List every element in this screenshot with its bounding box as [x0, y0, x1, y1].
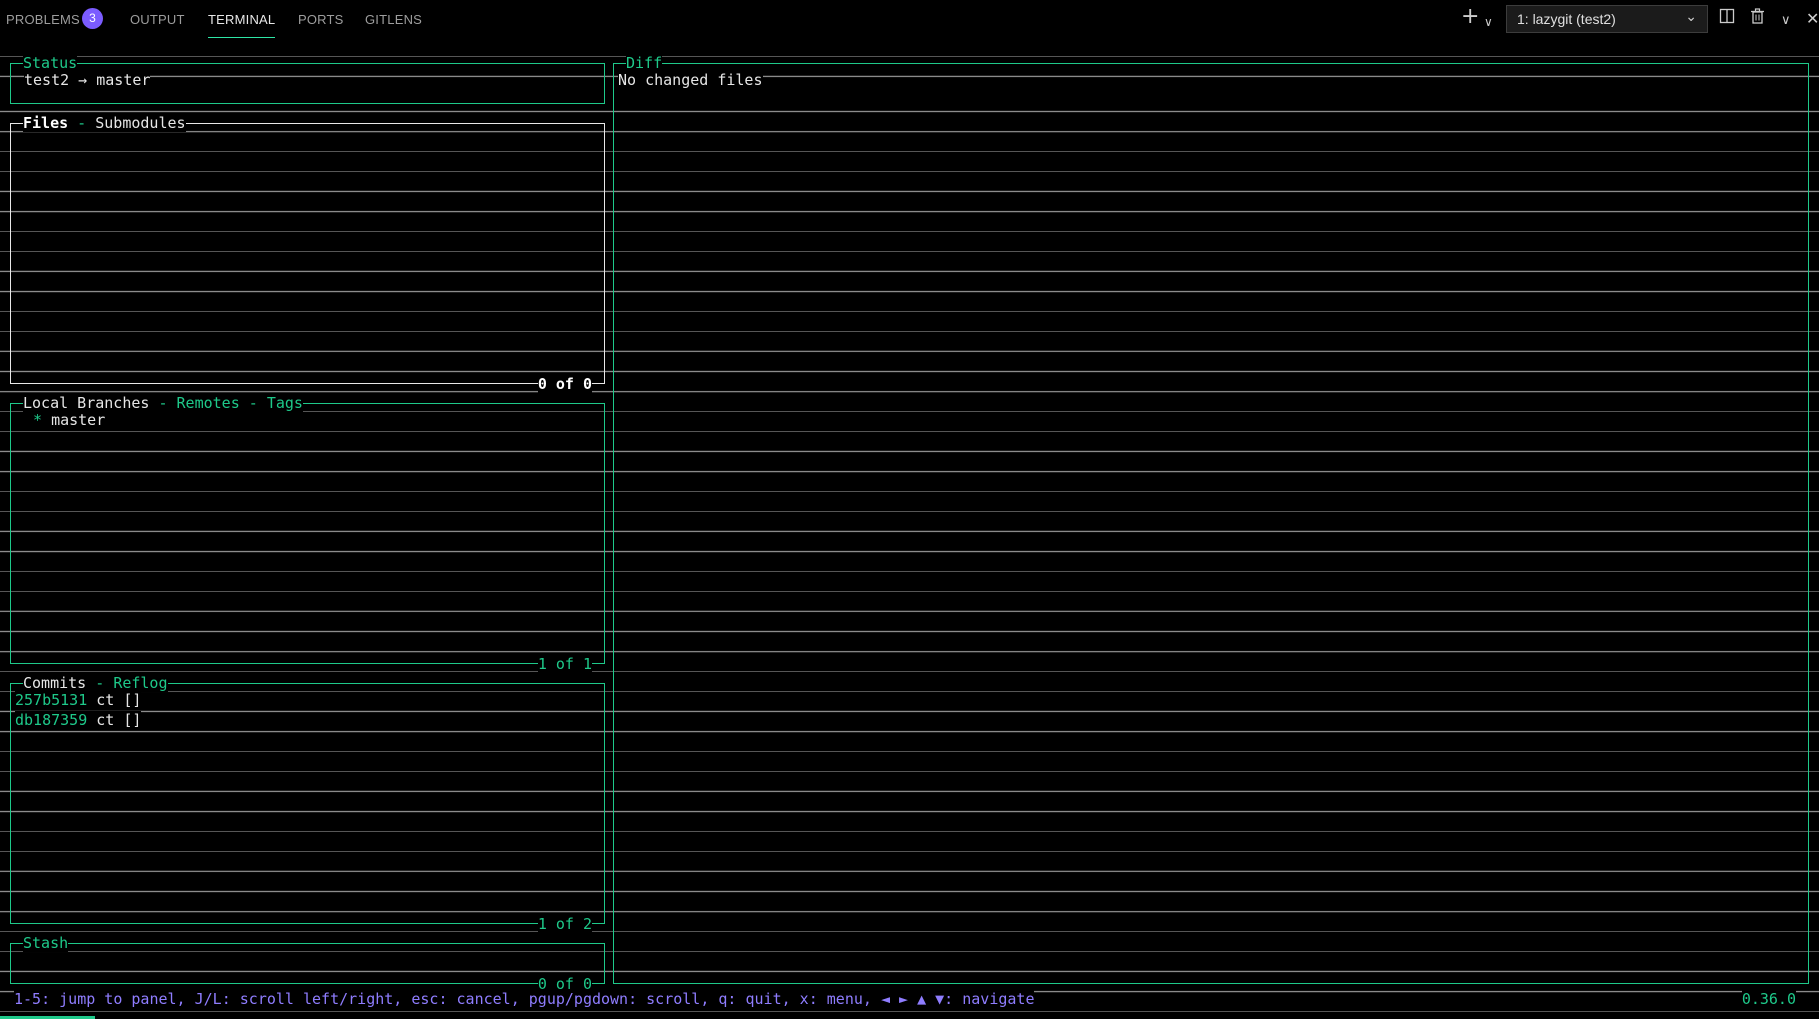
branches-panel-title: Local Branches - Remotes - Tags: [23, 394, 303, 412]
reflog-tab[interactable]: Reflog: [113, 674, 167, 692]
commits-panel-title: Commits - Reflog: [23, 674, 168, 692]
tab-problems[interactable]: PROBLEMS: [6, 12, 80, 27]
commit-hash: 257b5131: [15, 691, 88, 709]
title-separator: -: [149, 394, 177, 412]
plus-icon[interactable]: +: [1461, 6, 1479, 28]
commit-item[interactable]: db187359 ct []: [15, 711, 142, 729]
branch-item[interactable]: * master: [33, 411, 106, 429]
title-separator: -: [86, 674, 114, 692]
current-branch-marker: *: [33, 411, 43, 429]
tab-ports-label: PORTS: [298, 12, 344, 27]
commit-item[interactable]: 257b5131 ct []: [15, 691, 142, 709]
title-separator: -: [239, 394, 267, 412]
diff-title: Diff: [626, 54, 663, 72]
branches-panel[interactable]: Local Branches - Remotes - Tags * master…: [10, 394, 605, 673]
terminal-area[interactable]: Status test2 → master Files - Submodules…: [0, 44, 1819, 1019]
stash-title: Stash: [23, 934, 69, 952]
stash-panel-title: Stash: [23, 934, 69, 952]
commits-tab[interactable]: Commits: [23, 674, 86, 692]
problems-count-badge: 3: [82, 8, 103, 29]
commit-message: ct []: [87, 691, 142, 709]
status-content: test2 → master: [24, 71, 151, 89]
keybinding-hints: 1-5: jump to panel, J/L: scroll left/rig…: [14, 990, 1035, 1008]
remotes-tab[interactable]: Remotes: [177, 394, 240, 412]
files-panel-title: Files - Submodules: [23, 114, 186, 132]
tab-ports[interactable]: PORTS: [298, 12, 344, 27]
tab-terminal[interactable]: TERMINAL: [208, 12, 276, 38]
files-panel[interactable]: Files - Submodules 0 of 0: [10, 114, 605, 393]
diff-panel[interactable]: Diff No changed files: [613, 54, 1809, 984]
chevron-down-icon: ⌄: [1685, 9, 1697, 25]
tags-tab[interactable]: Tags: [267, 394, 303, 412]
tab-output-label: OUTPUT: [130, 12, 185, 27]
chevron-down-icon[interactable]: ∨: [1484, 11, 1493, 33]
close-icon[interactable]: ✕: [1806, 8, 1819, 30]
commit-message: ct []: [87, 711, 142, 729]
tab-gitlens[interactable]: GITLENS: [365, 12, 422, 27]
tab-terminal-label: TERMINAL: [208, 12, 276, 27]
status-panel-title: Status: [23, 54, 78, 72]
commit-hash: db187359: [15, 711, 88, 729]
submodules-tab[interactable]: Submodules: [95, 114, 185, 132]
files-count: 0 of 0: [537, 375, 592, 393]
trash-icon[interactable]: [1750, 8, 1765, 30]
diff-panel-title: Diff: [626, 54, 663, 72]
local-branches-tab[interactable]: Local Branches: [23, 394, 149, 412]
split-terminal-icon[interactable]: [1719, 8, 1735, 30]
diff-content: No changed files: [618, 71, 763, 89]
status-title: Status: [23, 54, 78, 72]
status-panel[interactable]: Status test2 → master: [10, 54, 605, 104]
terminal-select[interactable]: 1: lazygit (test2) ⌄: [1506, 5, 1708, 33]
tab-problems-label: PROBLEMS: [6, 12, 80, 27]
stash-panel[interactable]: Stash 0 of 0: [10, 934, 605, 993]
tab-output[interactable]: OUTPUT: [130, 12, 185, 27]
tab-gitlens-label: GITLENS: [365, 12, 423, 27]
commits-count: 1 of 2: [537, 915, 592, 933]
commits-panel[interactable]: Commits - Reflog 257b5131 ct [] db187359…: [10, 674, 605, 933]
lazygit-version: 0.36.0: [1741, 990, 1796, 1008]
terminal-select-value: 1: lazygit (test2): [1517, 11, 1616, 27]
files-tab[interactable]: Files: [23, 114, 68, 132]
branches-count: 1 of 1: [537, 655, 592, 673]
title-separator: -: [68, 114, 96, 132]
panel-tab-bar: PROBLEMS 3 OUTPUT TERMINAL PORTS GITLENS…: [0, 0, 1819, 44]
chevron-down-icon[interactable]: ∨: [1781, 10, 1791, 32]
branch-name: master: [51, 411, 106, 429]
